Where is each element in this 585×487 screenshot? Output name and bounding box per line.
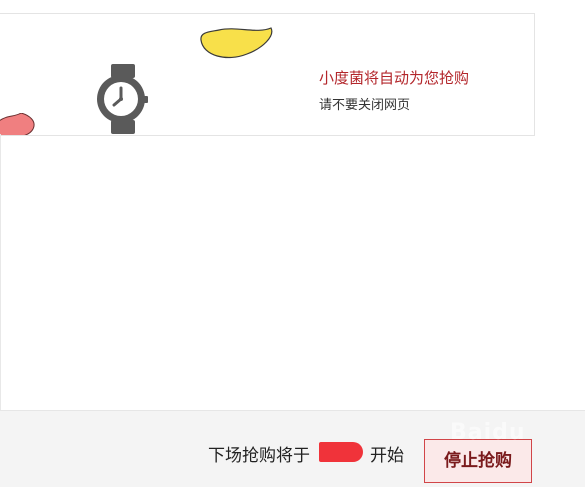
countdown-suffix: 开始 — [370, 446, 404, 466]
pink-blob-decoration — [0, 113, 35, 135]
yellow-blob-decoration — [200, 27, 273, 59]
purchase-footer-bar: 下场抢购将于 开始 停止抢购 — [0, 410, 585, 487]
banner-subtitle: 请不要关闭网页 — [319, 98, 411, 113]
auto-purchase-banner: 小度菌将自动为您抢购 请不要关闭网页 — [0, 13, 535, 136]
banner-title: 小度菌将自动为您抢购 — [319, 69, 470, 87]
countdown-prefix: 下场抢购将于 — [208, 446, 310, 466]
stop-purchase-button[interactable]: 停止抢购 — [424, 439, 532, 483]
wristwatch-icon — [97, 64, 148, 134]
redacted-time — [319, 442, 363, 462]
content-divider — [0, 134, 1, 410]
purchase-page: 小度菌将自动为您抢购 请不要关闭网页 下场抢购将于 开始 停止抢购 Baidu — [0, 0, 585, 487]
